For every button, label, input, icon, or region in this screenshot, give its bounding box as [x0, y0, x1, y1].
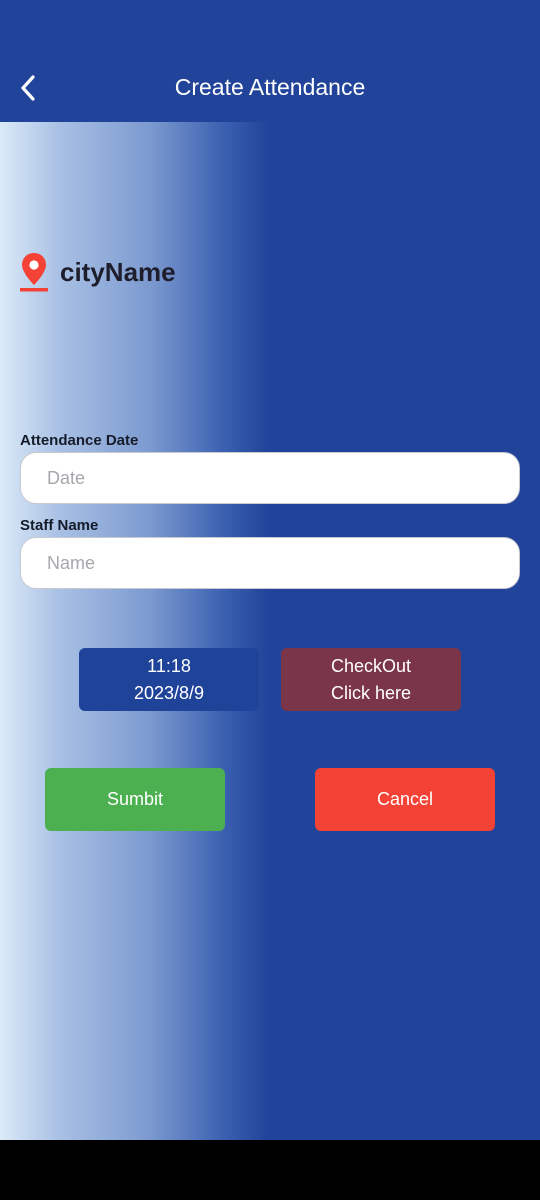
- attendance-date-label: Attendance Date: [20, 432, 139, 449]
- checkout-button[interactable]: CheckOut Click here: [281, 648, 461, 711]
- app-screen: Create Attendance cityName Attendance Da…: [0, 0, 540, 1140]
- check-in-time-button[interactable]: 11:18 2023/8/9: [79, 648, 259, 711]
- page-title: Create Attendance: [174, 74, 366, 100]
- location-row: cityName: [19, 250, 176, 294]
- submit-button[interactable]: Sumbit: [45, 768, 225, 831]
- attendance-date-input[interactable]: [20, 452, 520, 504]
- clock-time: 11:18: [147, 655, 191, 676]
- clock-date: 2023/8/9: [133, 682, 205, 703]
- app-bar: Create Attendance: [0, 0, 540, 122]
- cancel-button[interactable]: Cancel: [315, 768, 495, 831]
- system-nav-bar: [0, 1140, 540, 1200]
- staff-name-label: Staff Name: [20, 517, 99, 534]
- staff-name-input[interactable]: [20, 537, 520, 589]
- city-name: cityName: [60, 256, 176, 287]
- checkout-hint: Click here: [330, 682, 412, 703]
- form-panel: cityName Attendance Date Staff Name 11:1…: [0, 122, 540, 1140]
- map-pin-icon: [19, 250, 49, 294]
- checkout-title: CheckOut: [330, 655, 412, 676]
